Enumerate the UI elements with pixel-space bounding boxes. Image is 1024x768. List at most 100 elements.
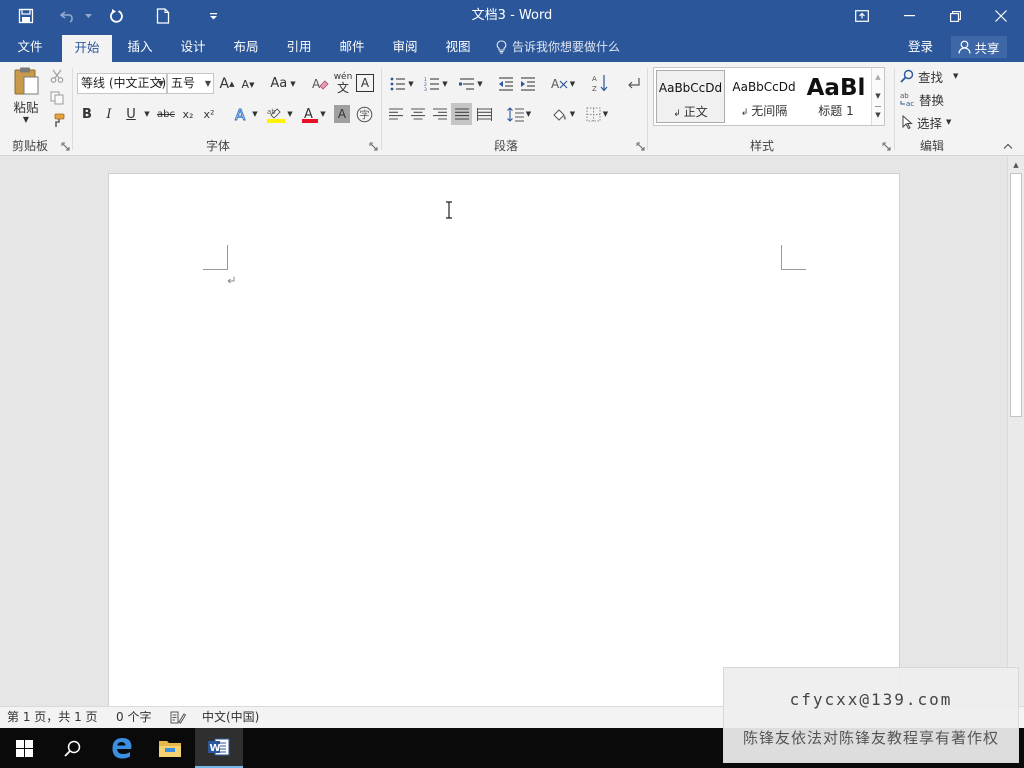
font-size-combo[interactable]: 五号 ▼ [167,73,214,94]
page-count-status[interactable]: 第 1 页，共 1 页 [7,707,98,727]
style-heading-1[interactable]: AaBl 标题 1 [802,70,870,123]
chinese-layout-button[interactable]: A ▼ [548,73,578,94]
new-document-icon[interactable] [150,0,176,32]
font-size-dropdown-icon[interactable]: ▼ [205,74,211,93]
find-icon [900,69,914,83]
ribbon-tab-bar: 文件 开始 插入 设计 布局 引用 邮件 审阅 视图 告诉我你想要做什么 登录 … [0,32,1024,62]
sign-in-link[interactable]: 登录 [908,32,933,62]
shading-button[interactable]: ▼ [548,104,578,124]
format-painter-icon[interactable] [48,111,66,129]
find-button[interactable]: 查找 ▼ [900,66,964,86]
repeat-icon[interactable] [104,0,130,32]
close-icon[interactable] [984,0,1018,32]
undo-dropdown-icon[interactable] [82,0,94,32]
share-button[interactable]: 共享 [951,36,1007,58]
paste-button[interactable]: 粘贴 ▼ [8,66,44,126]
tab-mailings[interactable]: 邮件 [329,32,375,62]
cut-icon[interactable] [48,67,66,85]
highlight-button[interactable]: ab ▼ [265,104,295,124]
line-spacing-button[interactable]: ▼ [504,104,534,124]
change-case-button[interactable]: Aa ▼ [267,73,299,94]
tab-review[interactable]: 审阅 [382,32,428,62]
numbering-button[interactable]: 1 2 3 ▼ [420,73,452,94]
scroll-thumb[interactable] [1010,173,1022,417]
increase-indent-icon[interactable] [518,73,538,94]
tell-me-box[interactable]: 告诉我你想要做什么 [496,32,620,62]
scroll-up-icon[interactable]: ▲ [1010,159,1022,171]
subscript-icon[interactable]: x₂ [179,104,197,124]
enclose-characters-icon[interactable]: 字 [355,105,373,123]
styles-dialog-launcher-icon[interactable] [882,142,891,151]
justify-icon[interactable] [451,103,472,125]
clipboard-dialog-launcher-icon[interactable] [61,142,70,151]
strikethrough-icon[interactable]: abc [155,104,177,124]
edge-browser-icon[interactable] [98,728,146,768]
word-taskbar-icon[interactable]: W [195,728,243,768]
style-no-spacing[interactable]: AaBbCcDd ↲ 无间隔 [729,70,799,123]
paragraph-dialog-launcher-icon[interactable] [636,142,645,151]
style-normal[interactable]: AaBbCcDd ↲ 正文 [656,70,725,123]
search-icon[interactable] [48,728,96,768]
borders-button[interactable]: ▼ [582,104,612,124]
multilevel-list-button[interactable]: ▼ [455,73,487,94]
save-icon[interactable] [10,0,42,32]
phonetic-guide-icon[interactable]: wén 文 [333,71,353,95]
replace-button[interactable]: ab ac 替换 [900,89,956,109]
underline-dropdown-icon[interactable]: ▼ [142,104,152,124]
style-no-spacing-name: ↲ 无间隔 [740,104,788,118]
underline-icon[interactable]: U [123,104,139,124]
gallery-more-icon[interactable]: ▼ [875,106,881,125]
undo-icon[interactable] [56,0,80,32]
copyright-watermark: cfycxx@139.com 陈锋友依法对陈锋友教程享有著作权 [723,667,1019,763]
tab-view[interactable]: 视图 [435,32,481,62]
copy-icon[interactable] [48,89,66,107]
align-right-icon[interactable] [431,104,449,124]
decrease-indent-icon[interactable] [496,73,516,94]
tab-insert[interactable]: 插入 [117,32,163,62]
bold-icon[interactable]: B [79,104,95,124]
grow-font-icon[interactable]: A ▲ [218,73,236,94]
shrink-font-icon[interactable]: A ▼ [239,75,257,94]
italic-icon[interactable]: I [101,104,117,124]
document-area[interactable] [0,156,1007,713]
language-status[interactable]: 中文(中国) [202,707,259,727]
proofing-icon[interactable] [170,707,186,727]
minimize-icon[interactable] [892,0,926,32]
gallery-scroll-up-icon[interactable]: ▲ [872,68,884,87]
character-shading-icon[interactable]: A [334,105,350,123]
ribbon-display-options-icon[interactable] [846,0,878,32]
gallery-scroll-down-icon[interactable]: ▼ [872,87,884,106]
text-effects-button[interactable]: A ▼ [231,104,261,124]
collapse-ribbon-icon[interactable] [1000,140,1016,152]
align-left-icon[interactable] [387,104,405,124]
font-color-button[interactable]: A ▼ [299,104,329,124]
line-spacing-icon [506,106,524,122]
font-name-dropdown-icon[interactable]: ▼ [158,74,164,93]
tab-home[interactable]: 开始 [62,35,112,62]
show-hide-marks-icon[interactable] [624,73,642,94]
customize-toolbar-icon[interactable] [202,0,224,32]
character-border-icon[interactable]: A [356,74,374,92]
tab-file[interactable]: 文件 [5,32,55,62]
distributed-icon[interactable] [474,104,494,124]
clear-formatting-icon[interactable]: A [310,73,330,94]
sort-icon[interactable]: AZ [590,71,610,95]
start-button-icon[interactable] [0,728,48,768]
document-page[interactable] [108,173,900,713]
bullets-button[interactable]: ▼ [386,73,418,94]
tab-layout[interactable]: 布局 [223,32,269,62]
restore-icon[interactable] [938,0,972,32]
superscript-icon[interactable]: x² [200,104,218,124]
style-no-spacing-sample: AaBbCcDd [732,80,796,94]
font-dialog-launcher-icon[interactable] [369,142,378,151]
select-button[interactable]: 选择 ▼ [902,112,964,132]
file-explorer-icon[interactable] [146,728,194,768]
tab-references[interactable]: 引用 [276,32,322,62]
tab-design[interactable]: 设计 [170,32,216,62]
font-name-combo[interactable]: 等线 (中文正文) ▼ [77,73,167,94]
editing-group-label: 编辑 [919,139,944,153]
vertical-scrollbar[interactable]: ▲ [1007,156,1024,706]
word-count-status[interactable]: 0 个字 [116,707,151,727]
align-center-icon[interactable] [409,104,427,124]
style-heading-1-name: 标题 1 [818,104,854,118]
